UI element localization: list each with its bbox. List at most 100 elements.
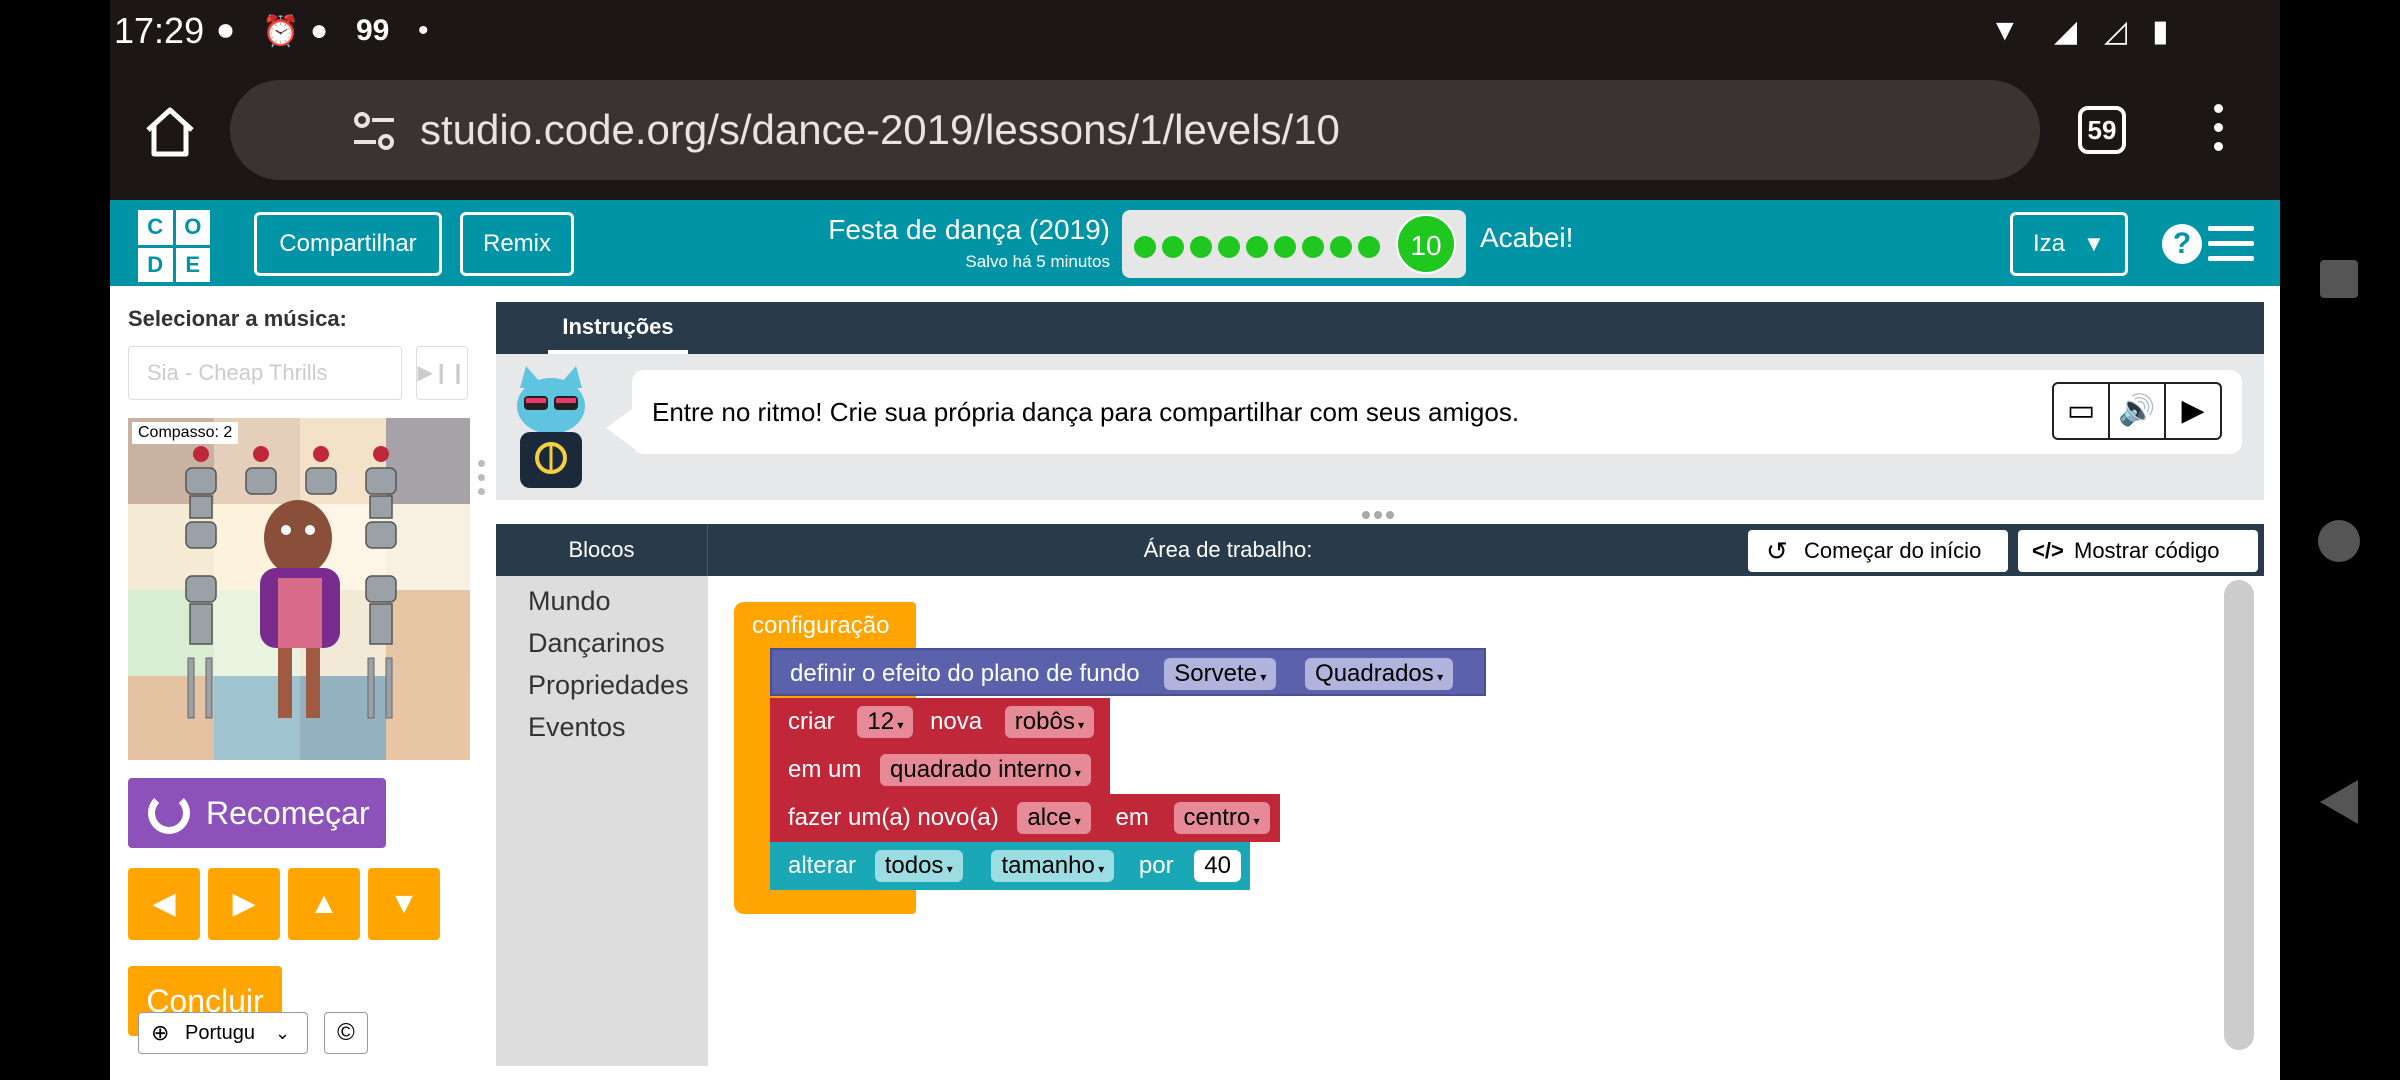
share-button[interactable]: Compartilhar xyxy=(254,212,442,276)
instructions-tabbar: Instruções xyxy=(496,302,2264,354)
block-text: definir o efeito do plano de fundo xyxy=(790,660,1140,687)
progress-dot[interactable] xyxy=(1302,236,1324,258)
dot-icon: • xyxy=(418,14,429,47)
song-select[interactable]: Sia - Cheap Thrills xyxy=(128,346,402,400)
blockly-workspace[interactable]: configuração definir o efeito do plano d… xyxy=(708,576,2264,1066)
restart-icon xyxy=(148,792,190,834)
media-icon: ⏺ xyxy=(218,14,233,47)
amount-input[interactable]: 40 xyxy=(1194,850,1241,882)
toolbox-properties[interactable]: Propriedades xyxy=(528,670,689,701)
effect-pattern-dropdown[interactable]: Quadrados xyxy=(1305,658,1454,690)
remix-button[interactable]: Remix xyxy=(460,212,574,276)
current-level-dot[interactable]: 10 xyxy=(1396,214,1456,274)
chevron-down-icon: ▼ xyxy=(2083,231,2105,256)
page-content: C O D E Compartilhar Remix Festa de danç… xyxy=(110,200,2280,1080)
nav-home-button[interactable] xyxy=(2318,520,2360,562)
progress-dot[interactable] xyxy=(1358,236,1380,258)
globe-icon: ⊕ xyxy=(151,1020,170,1045)
signal2-icon: ◿ xyxy=(2104,15,2128,48)
vertical-scrollbar[interactable] xyxy=(2224,580,2254,1050)
progress-dot[interactable] xyxy=(1218,236,1240,258)
dance-stage[interactable]: Compasso: 2 xyxy=(128,418,470,760)
battery-icon: ▮ xyxy=(2152,15,2169,48)
panel-resize-handle[interactable] xyxy=(478,460,486,502)
volume-icon[interactable]: 🔊 xyxy=(2110,384,2166,438)
url-text: studio.code.org/s/dance-2019/lessons/1/l… xyxy=(420,106,1340,153)
effect-dropdown[interactable]: Sorvete xyxy=(1164,658,1277,690)
done-link[interactable]: Acabei! xyxy=(1480,222,1573,254)
up-arrow-button[interactable]: ▲ xyxy=(288,868,360,940)
user-name: Iza xyxy=(2033,230,2066,257)
count-dropdown[interactable]: 12 xyxy=(857,706,914,738)
workspace-header: Blocos Área de trabalho: ↺ Começar do in… xyxy=(496,524,2264,576)
code-logo[interactable]: C O D E xyxy=(138,210,210,282)
layout-block[interactable]: em um quadrado interno xyxy=(770,746,1110,794)
progress-bar: 10 xyxy=(1122,210,1466,278)
browser-menu-icon[interactable] xyxy=(2210,104,2226,160)
lesson-title[interactable]: Festa de dança (2019) xyxy=(810,214,1110,246)
progress-dot[interactable] xyxy=(1190,236,1212,258)
chat-icon: ● xyxy=(310,14,329,47)
code-header: C O D E Compartilhar Remix Festa de danç… xyxy=(110,200,2280,286)
status-bar: 17:29 ⏺ ⏰ ● 99 • ▼ ◢ ◿ ▮ xyxy=(110,0,2280,60)
logo-letter: E xyxy=(175,247,210,282)
language-select[interactable]: ⊕ Portugu ⌄ xyxy=(138,1012,308,1054)
property-dropdown[interactable]: tamanho xyxy=(991,850,1115,882)
location-dropdown[interactable]: centro xyxy=(1173,802,1270,834)
down-arrow-button[interactable]: ▼ xyxy=(368,868,440,940)
change-property-block[interactable]: alterar todos tamanho por 40 xyxy=(770,842,1250,890)
tab-blocks[interactable]: Blocos xyxy=(496,524,708,576)
start-over-button[interactable]: ↺ Começar do início xyxy=(1748,530,2008,572)
dance-floor-graphic xyxy=(128,418,470,760)
progress-dot[interactable] xyxy=(1162,236,1184,258)
site-settings-icon[interactable] xyxy=(350,80,400,180)
block-text: criar xyxy=(788,708,835,735)
play-icon[interactable]: ▶ xyxy=(2166,384,2220,438)
block-text: em um xyxy=(788,756,862,783)
toolbox-world[interactable]: Mundo xyxy=(528,586,611,617)
progress-dot[interactable] xyxy=(1246,236,1268,258)
block-text: em xyxy=(1115,804,1149,831)
right-arrow-button[interactable]: ▶ xyxy=(208,868,280,940)
saved-status: Salvo há 5 minutos xyxy=(965,252,1110,271)
read-aloud-icon[interactable]: ▭ xyxy=(2054,384,2110,438)
block-text: por xyxy=(1138,852,1174,879)
show-code-button[interactable]: </> Mostrar código xyxy=(2018,530,2258,572)
progress-dot[interactable] xyxy=(1330,236,1352,258)
instructions-resize-handle[interactable] xyxy=(1362,506,1402,519)
clock: 17:29 xyxy=(114,10,205,51)
alarm-icon: ⏰ xyxy=(262,15,300,48)
user-menu-button[interactable]: Iza ▼ xyxy=(2010,212,2128,276)
toolbox-events[interactable]: Eventos xyxy=(528,712,626,743)
progress-dot[interactable] xyxy=(1274,236,1296,258)
setup-label: configuração xyxy=(752,612,890,639)
play-pause-icon[interactable]: ▶❙❙ xyxy=(416,346,468,400)
show-code-label: Mostrar código xyxy=(2074,538,2220,563)
dancer-dropdown[interactable]: alce xyxy=(1017,802,1091,834)
help-icon[interactable]: ? xyxy=(2162,224,2202,264)
dancer-type-dropdown[interactable]: robôs xyxy=(1004,706,1095,738)
left-arrow-button[interactable]: ◀ xyxy=(128,868,200,940)
tab-switcher-button[interactable]: 59 xyxy=(2078,106,2126,154)
hamburger-menu-icon[interactable] xyxy=(2208,226,2254,262)
make-group-block[interactable]: criar 12 nova robôs xyxy=(770,698,1110,746)
restart-button[interactable]: Recomeçar xyxy=(128,778,386,848)
tab-instructions[interactable]: Instruções xyxy=(548,302,688,354)
url-bar[interactable]: studio.code.org/s/dance-2019/lessons/1/l… xyxy=(230,80,2040,180)
home-icon[interactable] xyxy=(140,102,200,162)
make-dancer-block[interactable]: fazer um(a) novo(a) alce em centro xyxy=(770,794,1280,842)
toolbox-dancers[interactable]: Dançarinos xyxy=(528,628,665,659)
instructions-bubble: Entre no ritmo! Crie sua própria dança p… xyxy=(632,370,2242,454)
nav-back-button[interactable] xyxy=(2320,780,2358,824)
browser-toolbar: studio.code.org/s/dance-2019/lessons/1/l… xyxy=(110,60,2280,200)
logo-letter: D xyxy=(138,247,173,282)
nav-recents-button[interactable] xyxy=(2320,260,2358,298)
background-effect-block[interactable]: definir o efeito do plano de fundo Sorve… xyxy=(770,648,1486,696)
progress-dot[interactable] xyxy=(1134,236,1156,258)
layout-dropdown[interactable]: quadrado interno xyxy=(880,754,1091,786)
measure-label: Compasso: 2 xyxy=(132,422,239,444)
target-dropdown[interactable]: todos xyxy=(874,850,963,882)
instructions-panel: Instruções Entre no ritmo! Crie sua próp… xyxy=(496,302,2264,500)
block-toolbox: Mundo Dançarinos Propriedades Eventos xyxy=(496,576,708,1066)
copyright-button[interactable]: © xyxy=(324,1012,368,1054)
